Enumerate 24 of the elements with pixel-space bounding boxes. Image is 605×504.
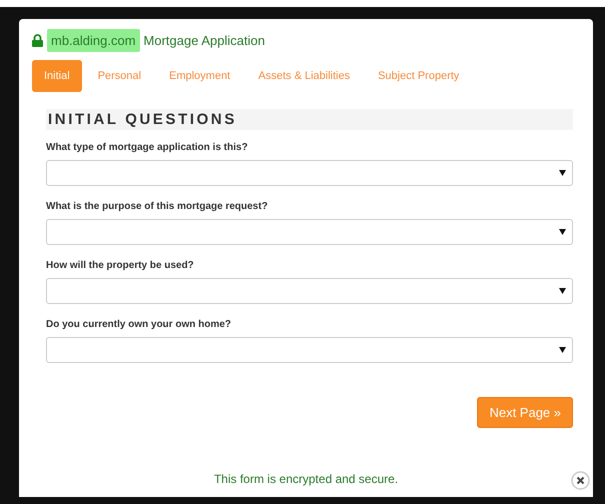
question-label: What is the purpose of this mortgage request? [46, 201, 269, 212]
caret-icon [559, 288, 566, 294]
next-page-button[interactable]: Next Page » [477, 397, 573, 428]
caret-icon [559, 229, 566, 235]
question-label: What type of mortgage application is this? [46, 142, 249, 153]
caret-icon [559, 170, 566, 176]
close-icon[interactable] [571, 471, 590, 490]
domain-label: mb.alding.com [47, 29, 140, 52]
caret-icon [559, 347, 566, 353]
tab[interactable]: Assets & Liabilities [246, 60, 362, 92]
dropdown-field[interactable] [46, 337, 573, 363]
security-note: This form is encrypted and secure. [214, 472, 398, 486]
tab[interactable]: Initial [32, 60, 82, 92]
tab[interactable]: Personal [86, 60, 154, 92]
question-label: Do you currently own your own home? [46, 319, 232, 330]
dropdown-field[interactable] [46, 160, 573, 186]
tab[interactable]: Subject Property [366, 60, 472, 92]
section-heading: INITIAL QUESTIONS [46, 109, 573, 130]
question-label: How will the property be used? [46, 260, 195, 271]
dialog-title: Mortgage Application [144, 33, 265, 48]
lock-icon [32, 34, 43, 47]
dropdown-field[interactable] [46, 219, 573, 245]
dropdown-field[interactable] [46, 278, 573, 304]
tab[interactable]: Employment [157, 60, 242, 92]
